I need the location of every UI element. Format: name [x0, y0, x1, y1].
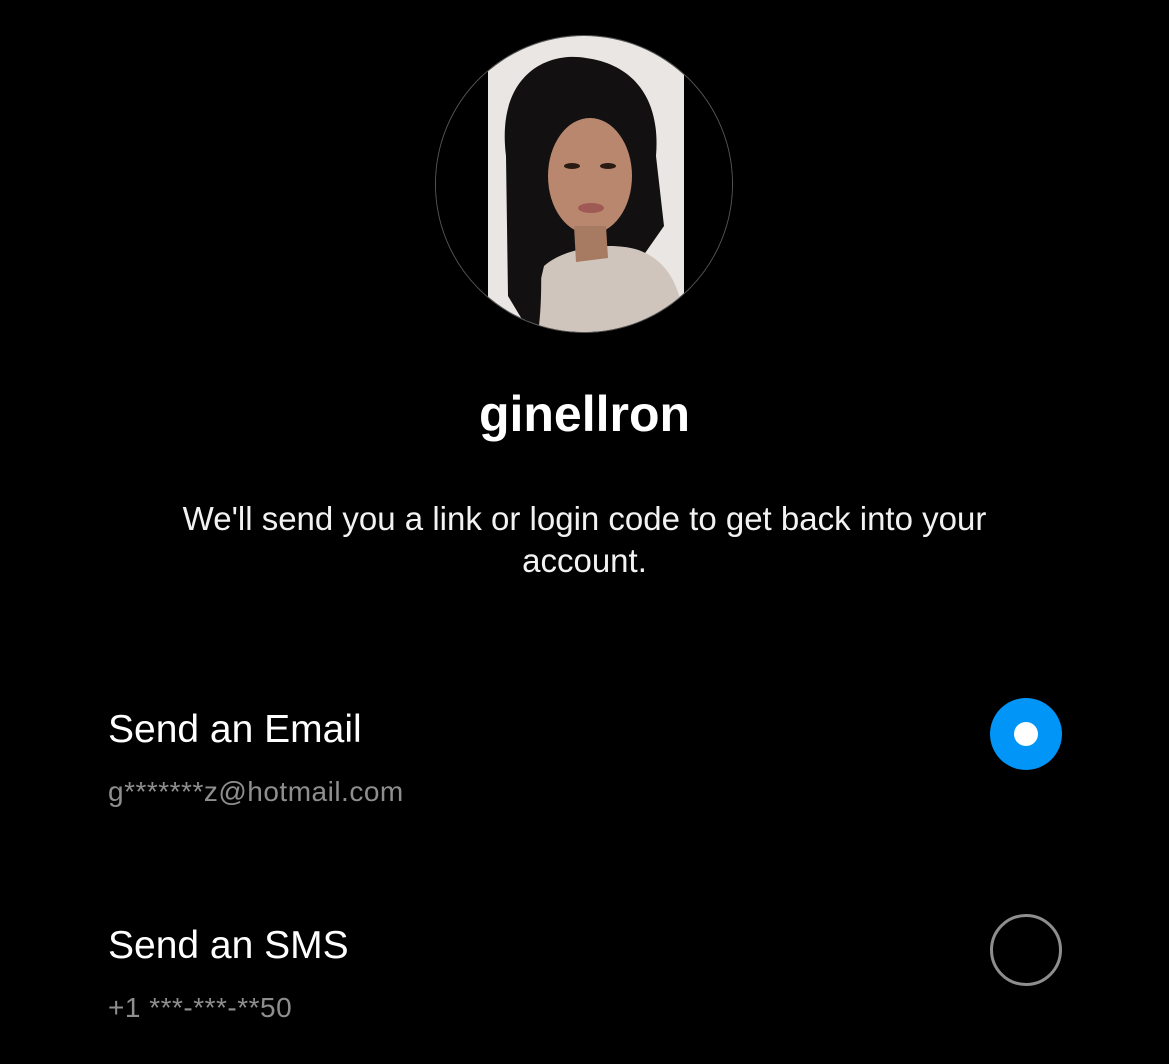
option-send-sms[interactable]: Send an SMS +1 ***-***-**50: [0, 906, 1169, 1056]
profile-photo-icon: [436, 36, 732, 332]
radio-selected-dot-icon: [1014, 722, 1038, 746]
avatar: [435, 35, 733, 333]
option-title: Send an Email: [108, 708, 362, 751]
option-title: Send an SMS: [108, 924, 349, 967]
email-radio-button[interactable]: [990, 698, 1062, 770]
recovery-message: We'll send you a link or login code to g…: [182, 500, 987, 579]
option-send-email[interactable]: Send an Email g*******z@hotmail.com: [0, 690, 1169, 840]
account-recovery-screen: ginellron We'll send you a link or login…: [0, 0, 1169, 1064]
option-detail-phone: +1 ***-***-**50: [108, 992, 293, 1023]
option-detail-email: g*******z@hotmail.com: [108, 776, 404, 807]
sms-radio-button[interactable]: [990, 914, 1062, 986]
username: ginellron: [478, 386, 691, 442]
